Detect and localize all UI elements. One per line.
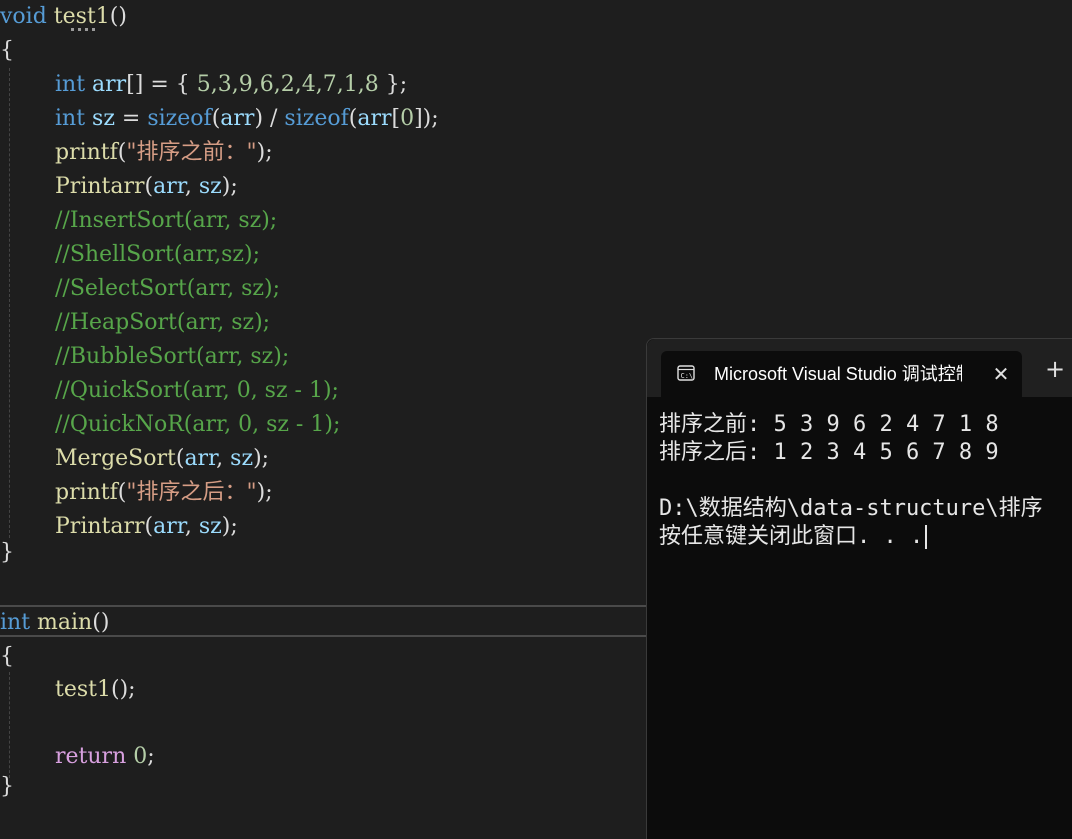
punctuation: () bbox=[92, 610, 110, 635]
indent-guide bbox=[9, 68, 10, 538]
punctuation: ( bbox=[144, 174, 154, 199]
code-line-comment[interactable]: //InsertSort(arr, sz); bbox=[55, 204, 277, 238]
punctuation: ); bbox=[221, 174, 238, 199]
function-call: printf bbox=[55, 480, 118, 505]
console-prompt-text: 按任意键关闭此窗口. . . bbox=[659, 524, 924, 549]
variable: sz bbox=[198, 174, 222, 199]
punctuation: ( bbox=[144, 514, 154, 539]
function-call: MergeSort bbox=[55, 446, 176, 471]
code-line-comment[interactable]: //SelectSort(arr, sz); bbox=[55, 272, 280, 306]
function-call: test1 bbox=[55, 677, 111, 702]
keyword: return bbox=[55, 744, 127, 769]
code-line-16[interactable]: Printarr(arr, sz); bbox=[55, 510, 238, 544]
string-literal: "排序之前：" bbox=[126, 140, 257, 165]
code-line-1[interactable]: void test1() bbox=[0, 0, 127, 34]
text-cursor bbox=[925, 525, 928, 549]
punctuation: ; bbox=[147, 744, 155, 769]
brace: } bbox=[0, 774, 14, 799]
code-line-3[interactable]: int arr[] = { 5,3,9,6,2,4,7,1,8 }; bbox=[55, 68, 407, 102]
punctuation: ); bbox=[256, 480, 273, 505]
variable: sz bbox=[230, 446, 254, 471]
keyword: void bbox=[0, 4, 47, 29]
squiggle-underline bbox=[71, 28, 95, 31]
code-line-14[interactable]: MergeSort(arr, sz); bbox=[55, 442, 269, 476]
code-line-comment[interactable]: //QuickSort(arr, 0, sz - 1); bbox=[55, 374, 339, 408]
variable: sz bbox=[198, 514, 222, 539]
variable: arr bbox=[220, 106, 255, 131]
plus-icon[interactable]: + bbox=[1045, 357, 1065, 381]
variable: arr bbox=[153, 514, 185, 539]
function-call: Printarr bbox=[55, 514, 145, 539]
variable: arr bbox=[184, 446, 217, 471]
tab-title: Microsoft Visual Studio 调试控制台 bbox=[714, 364, 962, 384]
brace: { bbox=[0, 644, 14, 669]
punctuation: ); bbox=[221, 514, 238, 539]
code-line-17[interactable]: } bbox=[0, 536, 14, 570]
svg-text:C:\: C:\ bbox=[681, 372, 694, 380]
punctuation: , bbox=[216, 446, 231, 471]
punctuation: , bbox=[184, 514, 199, 539]
punctuation: ); bbox=[256, 140, 273, 165]
punctuation: }; bbox=[378, 72, 408, 97]
current-line-border bbox=[0, 635, 646, 637]
punctuation: () bbox=[109, 4, 127, 29]
punctuation: ( bbox=[211, 106, 221, 131]
function-call: Printarr bbox=[55, 174, 145, 199]
punctuation: (); bbox=[111, 677, 136, 702]
punctuation: , bbox=[184, 174, 199, 199]
number: 0 bbox=[133, 744, 148, 769]
terminal-titlebar[interactable]: C:\ Microsoft Visual Studio 调试控制台 ✕ + bbox=[647, 339, 1072, 397]
code-line-comment[interactable]: //HeapSort(arr, sz); bbox=[55, 306, 270, 340]
function-name: test1 bbox=[53, 4, 110, 29]
type-keyword: int bbox=[55, 106, 86, 131]
code-line-2[interactable]: { bbox=[0, 34, 14, 68]
code-line-15[interactable]: printf("排序之后："); bbox=[55, 476, 273, 510]
code-line-comment[interactable]: //ShellSort(arr,sz); bbox=[55, 238, 260, 272]
terminal-tab[interactable]: C:\ Microsoft Visual Studio 调试控制台 ✕ bbox=[661, 351, 1022, 397]
number: 0 bbox=[400, 106, 415, 131]
debug-console-window[interactable]: C:\ Microsoft Visual Studio 调试控制台 ✕ + 排序… bbox=[646, 338, 1072, 839]
punctuation: [ bbox=[391, 106, 401, 131]
console-output-line: 排序之后: 1 2 3 4 5 6 7 8 9 bbox=[659, 440, 999, 465]
close-icon[interactable]: ✕ bbox=[991, 364, 1011, 384]
punctuation: ]); bbox=[414, 106, 439, 131]
indent-guide bbox=[9, 672, 10, 778]
punctuation: [] = { bbox=[126, 72, 197, 97]
brace: } bbox=[0, 540, 14, 565]
code-line-19[interactable]: { bbox=[0, 640, 14, 674]
punctuation: ) / bbox=[254, 106, 285, 131]
punctuation: ); bbox=[253, 446, 270, 471]
console-output-line: D:\数据结构\data-structure\排序 bbox=[659, 496, 1043, 521]
console-output-line: 排序之前: 5 3 9 6 2 4 7 1 8 bbox=[659, 412, 999, 437]
string-literal: "排序之后：" bbox=[126, 480, 257, 505]
code-line-comment[interactable]: //QuickNoR(arr, 0, sz - 1); bbox=[55, 408, 340, 442]
type-keyword: int bbox=[55, 72, 86, 97]
code-line-comment[interactable]: //BubbleSort(arr, sz); bbox=[55, 340, 289, 374]
keyword: sizeof bbox=[147, 106, 212, 131]
code-line-21[interactable]: return 0; bbox=[55, 740, 155, 774]
code-line-22[interactable]: } bbox=[0, 770, 14, 804]
code-line-20[interactable]: test1(); bbox=[55, 673, 136, 707]
variable: arr bbox=[357, 106, 392, 131]
keyword: sizeof bbox=[284, 106, 349, 131]
code-line-4[interactable]: int sz = sizeof(arr) / sizeof(arr[0]); bbox=[55, 102, 439, 136]
function-call: printf bbox=[55, 140, 118, 165]
function-name: main bbox=[37, 610, 93, 635]
number-list: 5,3,9,6,2,4,7,1,8 bbox=[196, 72, 379, 97]
variable: sz bbox=[92, 106, 115, 131]
variable: arr bbox=[153, 174, 185, 199]
brace: { bbox=[0, 38, 14, 63]
type-keyword: int bbox=[0, 610, 31, 635]
console-output-line: 按任意键关闭此窗口. . . bbox=[659, 523, 928, 551]
code-line-5[interactable]: printf("排序之前："); bbox=[55, 136, 273, 170]
variable: arr bbox=[92, 72, 127, 97]
console-icon: C:\ bbox=[677, 365, 695, 381]
punctuation: = bbox=[114, 106, 148, 131]
code-line-6[interactable]: Printarr(arr, sz); bbox=[55, 170, 238, 204]
